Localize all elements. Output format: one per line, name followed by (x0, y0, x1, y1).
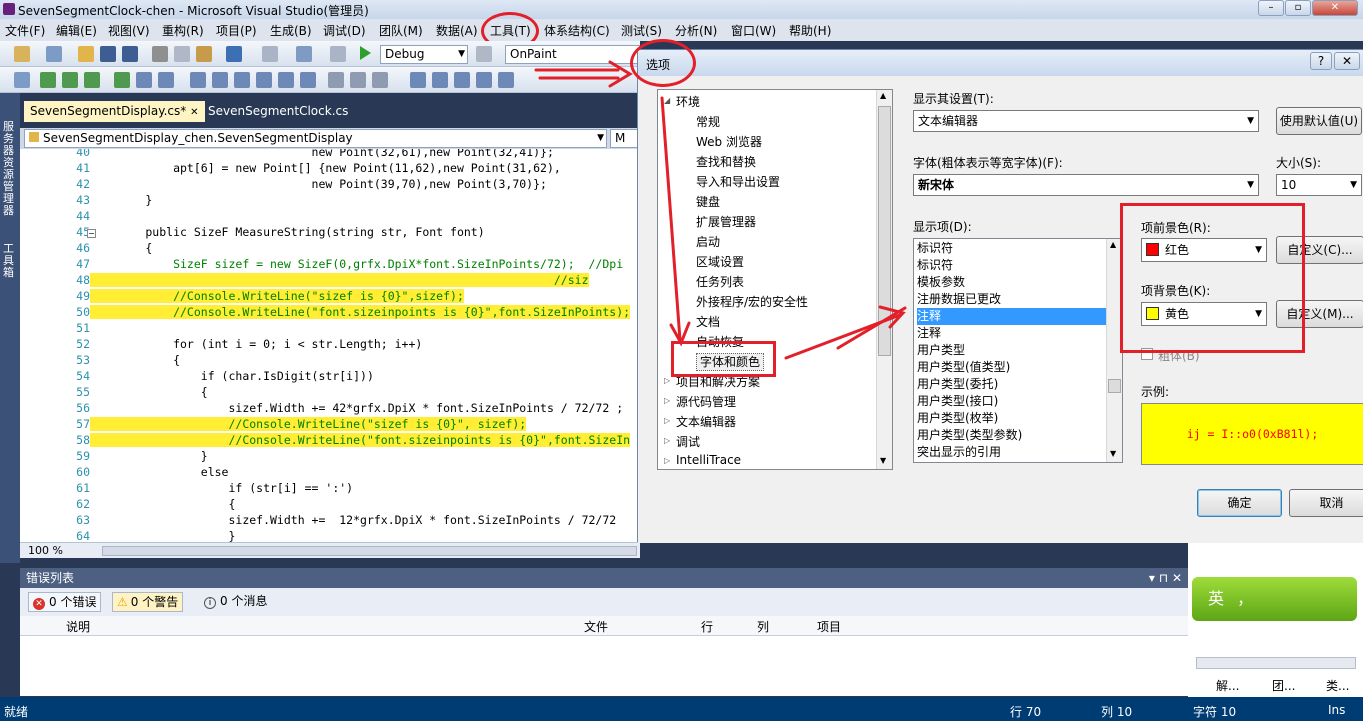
annotation-arrows (534, 60, 907, 360)
arrow-fonts-to-items (784, 305, 906, 360)
arrow-down-to-fonts (660, 96, 691, 347)
arrow-items-to-colors-1 (836, 306, 907, 350)
arrow-tools-to-options (534, 60, 633, 88)
